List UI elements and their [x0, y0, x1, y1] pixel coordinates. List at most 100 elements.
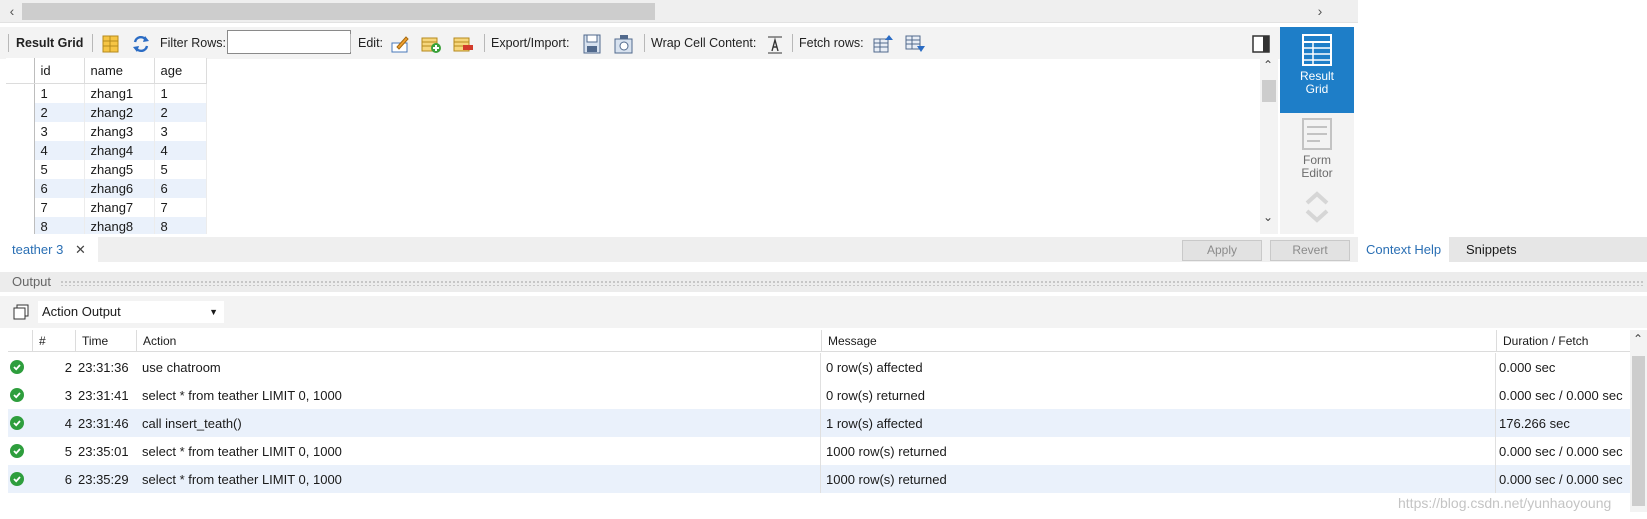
cell-age[interactable]: 7 — [154, 197, 207, 217]
cell-name[interactable]: zhang8 — [84, 216, 155, 234]
status-ok-icon — [10, 381, 28, 409]
table-row[interactable]: 5 zhang5 5 — [6, 159, 207, 179]
cell-id[interactable]: 8 — [34, 216, 85, 234]
close-tab-icon[interactable]: ✕ — [75, 242, 86, 257]
tab-context-help[interactable]: Context Help — [1358, 237, 1450, 262]
toolbar-divider — [92, 34, 93, 52]
table-row[interactable]: 1 zhang1 1 — [6, 83, 207, 103]
cell-name[interactable]: zhang1 — [84, 83, 155, 103]
column-divider — [1495, 409, 1496, 437]
table-row[interactable]: 3 zhang3 3 — [6, 121, 207, 141]
table-row[interactable]: 2 23:31:36 use chatroom 0 row(s) affecte… — [8, 353, 1630, 381]
action-output-table: # Time Action Message Duration / Fetch 2… — [8, 330, 1630, 500]
output-vertical-scrollbar[interactable]: ⌃ — [1630, 330, 1647, 512]
grid-view-icon[interactable] — [100, 33, 122, 55]
edit-cell-icon[interactable] — [389, 33, 411, 55]
cell-age[interactable]: 6 — [154, 178, 207, 198]
result-grid[interactable]: id name age 1 zhang1 1 2 zhang2 2 3 zhang3 3 4… — [6, 58, 208, 234]
tab-teather-3[interactable]: teather 3 ✕ — [0, 237, 98, 262]
row-header[interactable] — [6, 178, 35, 198]
row-header[interactable] — [6, 140, 35, 160]
grid-horizontal-scrollbar[interactable]: ‹ › — [0, 0, 1358, 23]
wrap-text-icon[interactable] — [764, 33, 786, 55]
column-header-age[interactable]: age — [154, 58, 207, 84]
refresh-icon[interactable] — [130, 33, 152, 55]
table-row[interactable]: 4 zhang4 4 — [6, 140, 207, 160]
copy-icon[interactable] — [12, 303, 30, 321]
table-row[interactable]: 4 23:31:46 call insert_teath() 1 row(s) … — [8, 409, 1630, 437]
column-header-number[interactable]: # — [32, 330, 74, 351]
row-header[interactable] — [6, 83, 35, 103]
cell-id[interactable]: 3 — [34, 121, 85, 141]
row-action: use chatroom — [142, 359, 221, 375]
cell-id[interactable]: 6 — [34, 178, 85, 198]
row-header[interactable] — [6, 197, 35, 217]
add-row-icon[interactable] — [420, 33, 442, 55]
cell-id[interactable]: 1 — [34, 83, 85, 103]
cell-age[interactable]: 4 — [154, 140, 207, 160]
column-header-action[interactable]: Action — [136, 330, 820, 351]
revert-button[interactable]: Revert — [1270, 240, 1350, 261]
grid-vertical-scrollbar[interactable]: ⌃ ⌄ — [1260, 58, 1278, 234]
table-row[interactable]: 7 zhang7 7 — [6, 197, 207, 217]
result-grid-button[interactable]: Result Grid — [1280, 27, 1354, 113]
fetch-previous-icon[interactable] — [872, 33, 894, 55]
scroll-up-icon[interactable]: ⌃ — [1263, 58, 1273, 72]
drag-handle[interactable] — [60, 280, 1645, 286]
table-row[interactable]: 5 23:35:01 select * from teather LIMIT 0… — [8, 437, 1630, 465]
table-row[interactable]: 8 zhang8 8 — [6, 216, 207, 234]
column-header-message[interactable]: Message — [821, 330, 1495, 351]
cell-name[interactable]: zhang2 — [84, 102, 155, 122]
row-header[interactable] — [6, 216, 35, 234]
cell-age[interactable]: 1 — [154, 83, 207, 103]
cell-name[interactable]: zhang7 — [84, 197, 155, 217]
row-header[interactable] — [6, 121, 35, 141]
toggle-side-panel-icon[interactable] — [1250, 33, 1272, 55]
export-icon[interactable] — [581, 33, 603, 55]
row-header[interactable] — [6, 159, 35, 179]
cell-age[interactable]: 8 — [154, 216, 207, 234]
output-mode-select[interactable]: Action Output ▼ — [38, 301, 224, 323]
column-header-name[interactable]: name — [84, 58, 155, 84]
result-grid-icon — [1302, 34, 1332, 66]
table-row[interactable]: 6 zhang6 6 — [6, 178, 207, 198]
cell-age[interactable]: 2 — [154, 102, 207, 122]
cell-name[interactable]: zhang6 — [84, 178, 155, 198]
cell-age[interactable]: 3 — [154, 121, 207, 141]
output-scroll-thumb[interactable] — [1632, 356, 1645, 506]
cell-name[interactable]: zhang4 — [84, 140, 155, 160]
table-row[interactable]: 6 23:35:29 select * from teather LIMIT 0… — [8, 465, 1630, 493]
form-editor-button[interactable]: Form Editor — [1280, 117, 1354, 187]
cell-id[interactable]: 2 — [34, 102, 85, 122]
column-header-id[interactable]: id — [34, 58, 85, 84]
fetch-next-icon[interactable] — [904, 33, 926, 55]
cell-id[interactable]: 5 — [34, 159, 85, 179]
delete-row-icon[interactable] — [452, 33, 474, 55]
status-ok-icon — [10, 353, 28, 381]
tab-snippets[interactable]: Snippets — [1458, 237, 1525, 262]
scroll-up-icon[interactable]: ⌃ — [1633, 332, 1643, 346]
apply-button[interactable]: Apply — [1182, 240, 1262, 261]
table-row[interactable]: 3 23:31:41 select * from teather LIMIT 0… — [8, 381, 1630, 409]
cell-name[interactable]: zhang5 — [84, 159, 155, 179]
form-editor-icon — [1302, 118, 1332, 150]
collapse-arrows-icon[interactable] — [1302, 189, 1332, 225]
vertical-scroll-thumb[interactable] — [1262, 80, 1276, 102]
scroll-down-icon[interactable]: ⌄ — [1263, 210, 1273, 224]
column-header-time[interactable]: Time — [75, 330, 135, 351]
scroll-right-icon[interactable]: › — [1310, 2, 1330, 20]
export-import-label: Export/Import: — [491, 36, 570, 50]
row-header-corner — [6, 58, 35, 84]
horizontal-scroll-thumb[interactable] — [22, 3, 655, 20]
row-header[interactable] — [6, 102, 35, 122]
cell-age[interactable]: 5 — [154, 159, 207, 179]
table-row[interactable]: 2 zhang2 2 — [6, 102, 207, 122]
filter-rows-input[interactable] — [227, 30, 351, 54]
cell-name[interactable]: zhang3 — [84, 121, 155, 141]
scroll-left-icon[interactable]: ‹ — [2, 2, 22, 20]
column-header-duration[interactable]: Duration / Fetch — [1496, 330, 1630, 351]
import-icon[interactable] — [613, 33, 635, 55]
row-action: select * from teather LIMIT 0, 1000 — [142, 443, 342, 459]
cell-id[interactable]: 7 — [34, 197, 85, 217]
cell-id[interactable]: 4 — [34, 140, 85, 160]
